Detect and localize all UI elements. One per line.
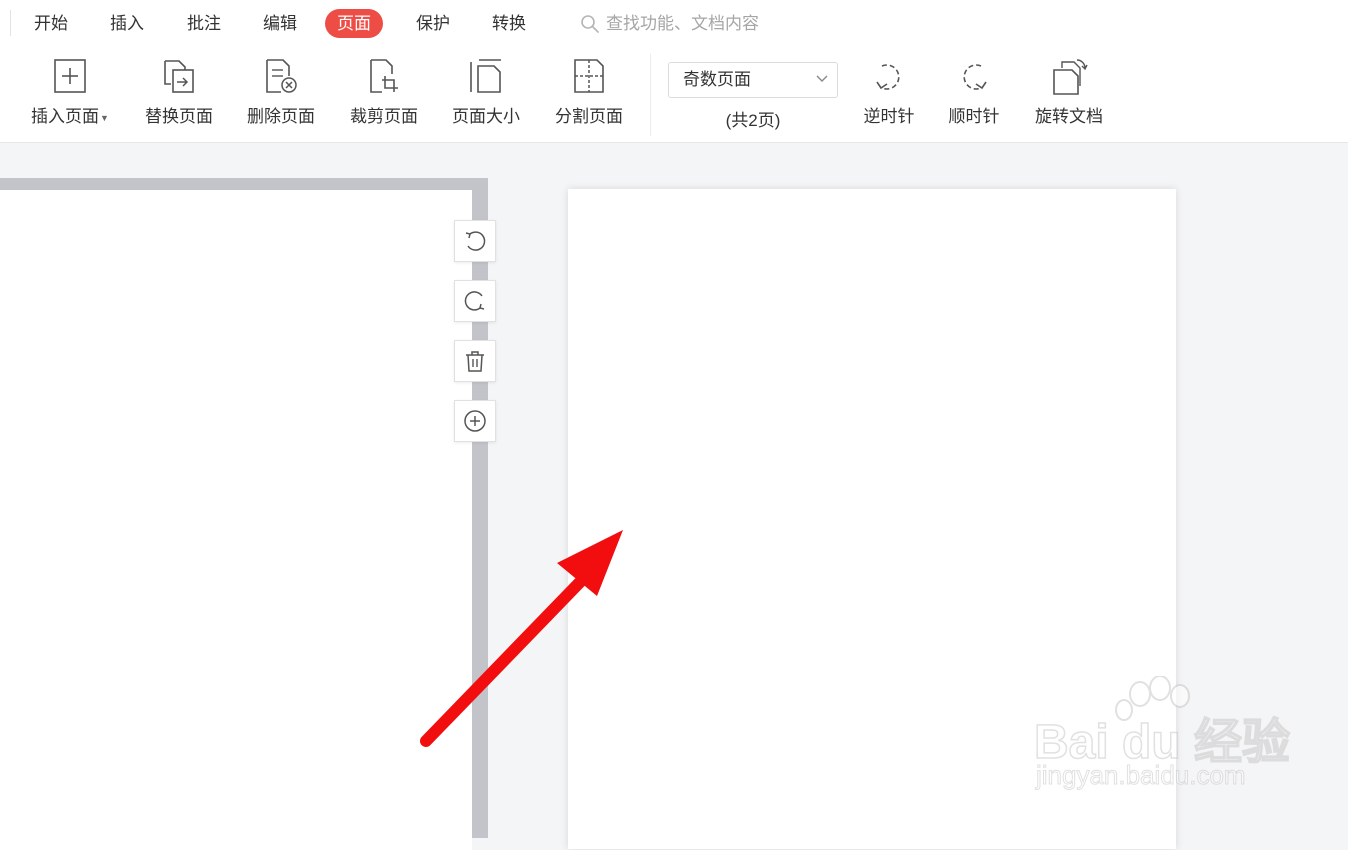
page-insert-button[interactable]	[454, 400, 496, 442]
tab-protect[interactable]: 保护	[404, 9, 462, 38]
ribbon-divider	[650, 54, 651, 136]
page-range-select[interactable]: 奇数页面	[668, 62, 838, 98]
rotate-document-button[interactable]: 旋转文档	[1021, 56, 1117, 132]
replace-page-icon	[164, 60, 194, 93]
add-circle-icon	[464, 410, 486, 432]
rotate-cw-icon	[464, 291, 485, 311]
red-arrow-annotation	[420, 530, 623, 747]
rotate-cw-label: 顺时针	[948, 107, 1000, 126]
insert-page-button[interactable]: 插入页面▼	[22, 56, 118, 132]
search-icon	[581, 15, 599, 33]
page-size-icon	[470, 59, 501, 93]
page-rotate-ccw-button[interactable]	[454, 220, 496, 262]
baidu-jingyan-watermark: Bai du 经验 jingyan.baidu.com	[1030, 676, 1291, 802]
page-rotate-cw-button[interactable]	[454, 280, 496, 322]
delete-page-label: 删除页面	[247, 107, 315, 126]
replace-page-button[interactable]: 替换页面	[131, 56, 227, 132]
rotate-ccw-icon	[465, 231, 486, 251]
crop-page-icon	[370, 59, 398, 93]
tab-comment[interactable]: 批注	[175, 9, 233, 38]
split-page-label: 分割页面	[555, 107, 623, 126]
page-delete-button[interactable]	[454, 340, 496, 382]
rotate-cw-icon	[963, 64, 987, 90]
replace-page-label: 替换页面	[145, 107, 213, 126]
page-range-value: 奇数页面	[683, 70, 751, 89]
tab-convert[interactable]: 转换	[480, 9, 538, 38]
delete-page-button[interactable]: 删除页面	[233, 56, 329, 132]
chevron-down-icon	[816, 75, 828, 82]
rotate-ccw-button[interactable]: 逆时针	[841, 56, 937, 132]
tab-bar-edge	[10, 10, 11, 36]
rotate-document-label: 旋转文档	[1035, 107, 1103, 126]
tab-start[interactable]: 开始	[22, 9, 80, 38]
rotate-ccw-icon	[876, 64, 900, 90]
crop-page-label: 裁剪页面	[350, 107, 418, 126]
split-page-icon	[574, 59, 604, 93]
crop-page-button[interactable]: 裁剪页面	[336, 56, 432, 132]
tab-page[interactable]: 页面	[325, 9, 383, 38]
rotate-cw-button[interactable]: 顺时针	[926, 56, 1022, 132]
ribbon-toolbar: 插入页面▼ 替换页面 删除页面 裁剪页面 页面大小 分割页面 奇数页面 (共2页…	[0, 46, 1348, 143]
rotate-ccw-label: 逆时针	[863, 107, 915, 126]
tab-edit[interactable]: 编辑	[251, 9, 309, 38]
search-placeholder: 查找功能、文档内容	[606, 14, 759, 33]
rotate-document-icon	[1053, 59, 1088, 95]
tab-insert[interactable]: 插入	[98, 9, 156, 38]
trash-icon	[466, 351, 484, 372]
page-size-label: 页面大小	[452, 107, 520, 126]
split-page-button[interactable]: 分割页面	[541, 56, 637, 132]
page-size-button[interactable]: 页面大小	[438, 56, 534, 132]
dropdown-caret-icon: ▼	[100, 112, 109, 123]
watermark-url: jingyan.baidu.com	[1036, 760, 1247, 791]
insert-page-icon	[54, 59, 86, 93]
delete-page-icon	[266, 59, 297, 93]
insert-page-label: 插入页面	[31, 107, 100, 126]
menu-tab-bar: 开始 插入 批注 编辑 页面 保护 转换 查找功能、文档内容	[0, 0, 1348, 46]
page-count-text: (共2页)	[725, 111, 781, 130]
